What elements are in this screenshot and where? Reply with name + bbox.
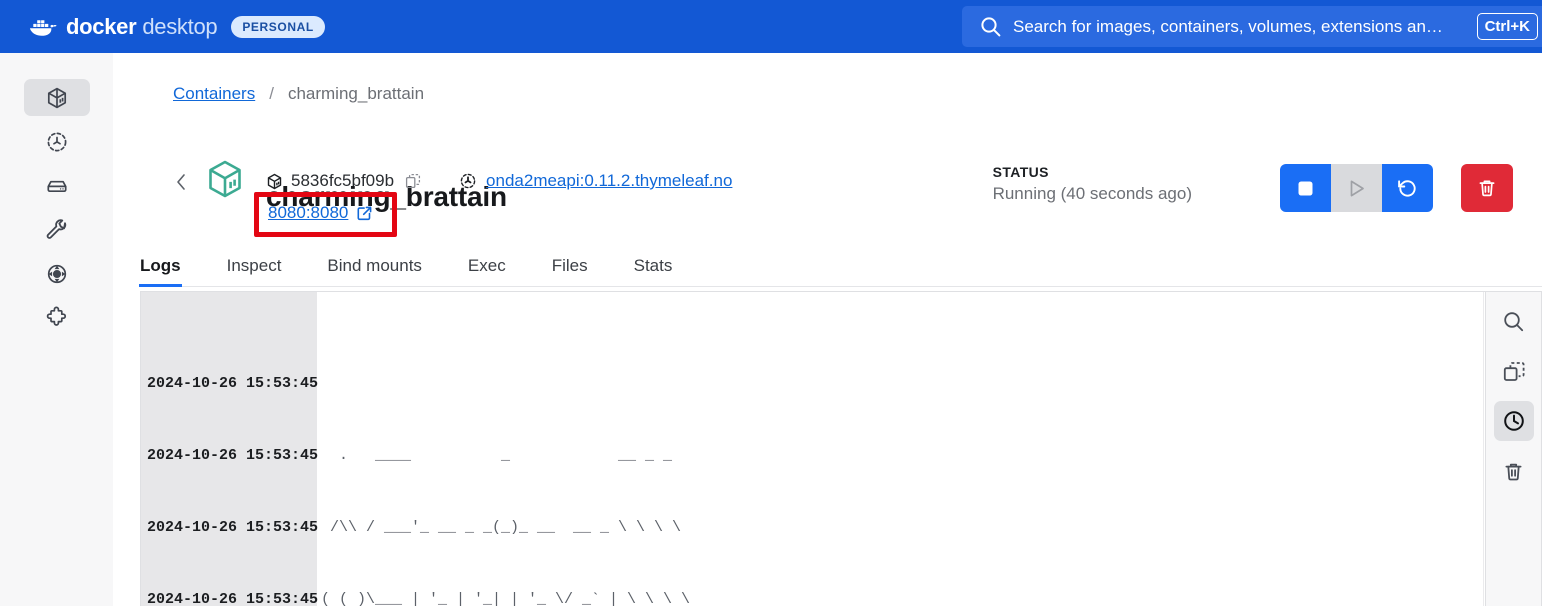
dev-env-icon	[47, 264, 66, 283]
container-small-icon	[267, 173, 282, 189]
brand-desktop-text: desktop	[142, 13, 218, 39]
log-message: /\\ / ___'_ __ _ _(_)_ __ __ _ \ \ \ \	[321, 519, 682, 536]
wrench-icon	[46, 218, 66, 239]
sidebar-item-images[interactable]	[24, 123, 90, 160]
open-in-browser-button[interactable]	[356, 205, 373, 222]
start-button[interactable]	[1331, 164, 1382, 212]
search-icon	[981, 17, 1001, 37]
volumes-icon	[46, 180, 67, 192]
tab-bind-mounts[interactable]: Bind mounts	[327, 256, 422, 286]
restart-button[interactable]	[1382, 164, 1433, 212]
detail-tabs: Logs Inspect Bind mounts Exec Files Stat…	[139, 249, 1542, 287]
tab-logs[interactable]: Logs	[139, 256, 182, 287]
cube-icon	[47, 87, 66, 108]
breadcrumb: Containers / charming_brattain	[173, 84, 424, 104]
tab-inspect[interactable]: Inspect	[227, 256, 282, 286]
tab-files[interactable]: Files	[552, 256, 588, 286]
logs-panel: 2024-10-26 15:53:45 2024-10-26 15:53:45 …	[140, 291, 1542, 606]
log-timestamp: 2024-10-26 15:53:45	[147, 375, 319, 392]
log-line: 2024-10-26 15:53:45 . ____ _ __ _ _	[141, 444, 1541, 468]
logs-timestamps-toggle[interactable]	[1493, 401, 1534, 441]
logs-output[interactable]: 2024-10-26 15:53:45 2024-10-26 15:53:45 …	[141, 300, 1541, 606]
logs-scrollbar[interactable]	[1483, 292, 1484, 606]
container-cube-icon	[209, 160, 241, 198]
container-image-link[interactable]: onda2meapi:0.11.2.thymeleaf.no	[486, 171, 732, 191]
breadcrumb-current: charming_brattain	[287, 84, 425, 103]
log-line: 2024-10-26 15:53:45	[141, 372, 1541, 396]
container-id: 5836fc5bf09b	[266, 171, 394, 191]
top-bar: docker desktop PERSONAL Ctrl+K	[0, 0, 1542, 53]
tab-stats[interactable]: Stats	[634, 256, 673, 286]
logs-copy-button[interactable]	[1494, 351, 1534, 391]
trash-icon	[1505, 463, 1522, 480]
brand-docker-text: docker	[66, 13, 137, 39]
copy-icon	[405, 173, 421, 189]
sidebar	[0, 53, 113, 606]
main-content: Containers / charming_brattain charming_…	[113, 53, 1542, 606]
puzzle-icon	[46, 306, 66, 326]
clock-icon	[1503, 411, 1524, 431]
external-link-icon	[357, 206, 372, 220]
restart-icon	[1398, 179, 1416, 197]
container-ports-row: 8080:8080	[268, 203, 373, 223]
search-shortcut-badge: Ctrl+K	[1476, 13, 1538, 40]
log-message: ( ( )\___ | '_ | '_| | '_ \/ _` | \ \ \ …	[321, 591, 691, 606]
images-icon	[47, 132, 66, 151]
port-mapping-link[interactable]: 8080:8080	[268, 203, 348, 223]
container-meta-row: 5836fc5bf09b onda2meapi:0.11.2.thymeleaf…	[266, 171, 732, 191]
back-button[interactable]	[168, 169, 194, 195]
docker-whale-icon	[29, 19, 57, 36]
log-timestamp: 2024-10-26 15:53:45	[147, 447, 319, 464]
sidebar-item-containers[interactable]	[23, 79, 90, 116]
stop-button[interactable]	[1280, 164, 1331, 212]
log-timestamp: 2024-10-26 15:53:45	[147, 519, 319, 536]
copy-icon	[1503, 361, 1525, 381]
logs-search-button[interactable]	[1494, 301, 1534, 341]
log-line: 2024-10-26 15:53:45 ( ( )\___ | '_ | '_|…	[141, 588, 1541, 606]
sidebar-item-builds[interactable]	[24, 211, 90, 248]
container-image: onda2meapi:0.11.2.thymeleaf.no	[459, 171, 732, 191]
breadcrumb-containers-link[interactable]: Containers	[173, 84, 255, 104]
breadcrumb-separator: /	[269, 84, 274, 103]
sidebar-item-dev-environments[interactable]	[24, 255, 90, 292]
search-input[interactable]	[1013, 16, 1477, 37]
stop-icon	[1298, 181, 1313, 195]
logs-toolbar	[1485, 292, 1541, 606]
image-tag-icon	[460, 173, 476, 189]
status-block: STATUS Running (40 seconds ago)	[993, 164, 1192, 204]
container-id-text: 5836fc5bf09b	[291, 171, 395, 190]
plan-badge: PERSONAL	[231, 15, 325, 38]
tab-exec[interactable]: Exec	[468, 256, 506, 286]
status-label: STATUS	[992, 164, 1049, 180]
delete-button[interactable]	[1461, 164, 1513, 212]
status-badge: Running (40 seconds ago)	[992, 184, 1192, 203]
log-line: 2024-10-26 15:53:45 /\\ / ___'_ __ _ _(_…	[141, 516, 1541, 540]
logs-clear-button[interactable]	[1494, 451, 1534, 491]
container-action-group	[1280, 164, 1433, 212]
sidebar-item-extensions[interactable]	[24, 299, 90, 336]
global-search[interactable]: Ctrl+K	[962, 6, 1542, 47]
search-icon	[1504, 311, 1524, 331]
trash-icon	[1479, 180, 1495, 197]
log-message: . ____ _ __ _ _	[321, 447, 673, 464]
chevron-left-icon	[176, 174, 185, 190]
sidebar-item-volumes[interactable]	[24, 167, 90, 204]
copy-id-button[interactable]	[405, 173, 421, 189]
brand-logo: docker desktop PERSONAL	[29, 14, 325, 40]
log-timestamp: 2024-10-26 15:53:45	[147, 591, 319, 606]
play-icon	[1350, 180, 1364, 196]
